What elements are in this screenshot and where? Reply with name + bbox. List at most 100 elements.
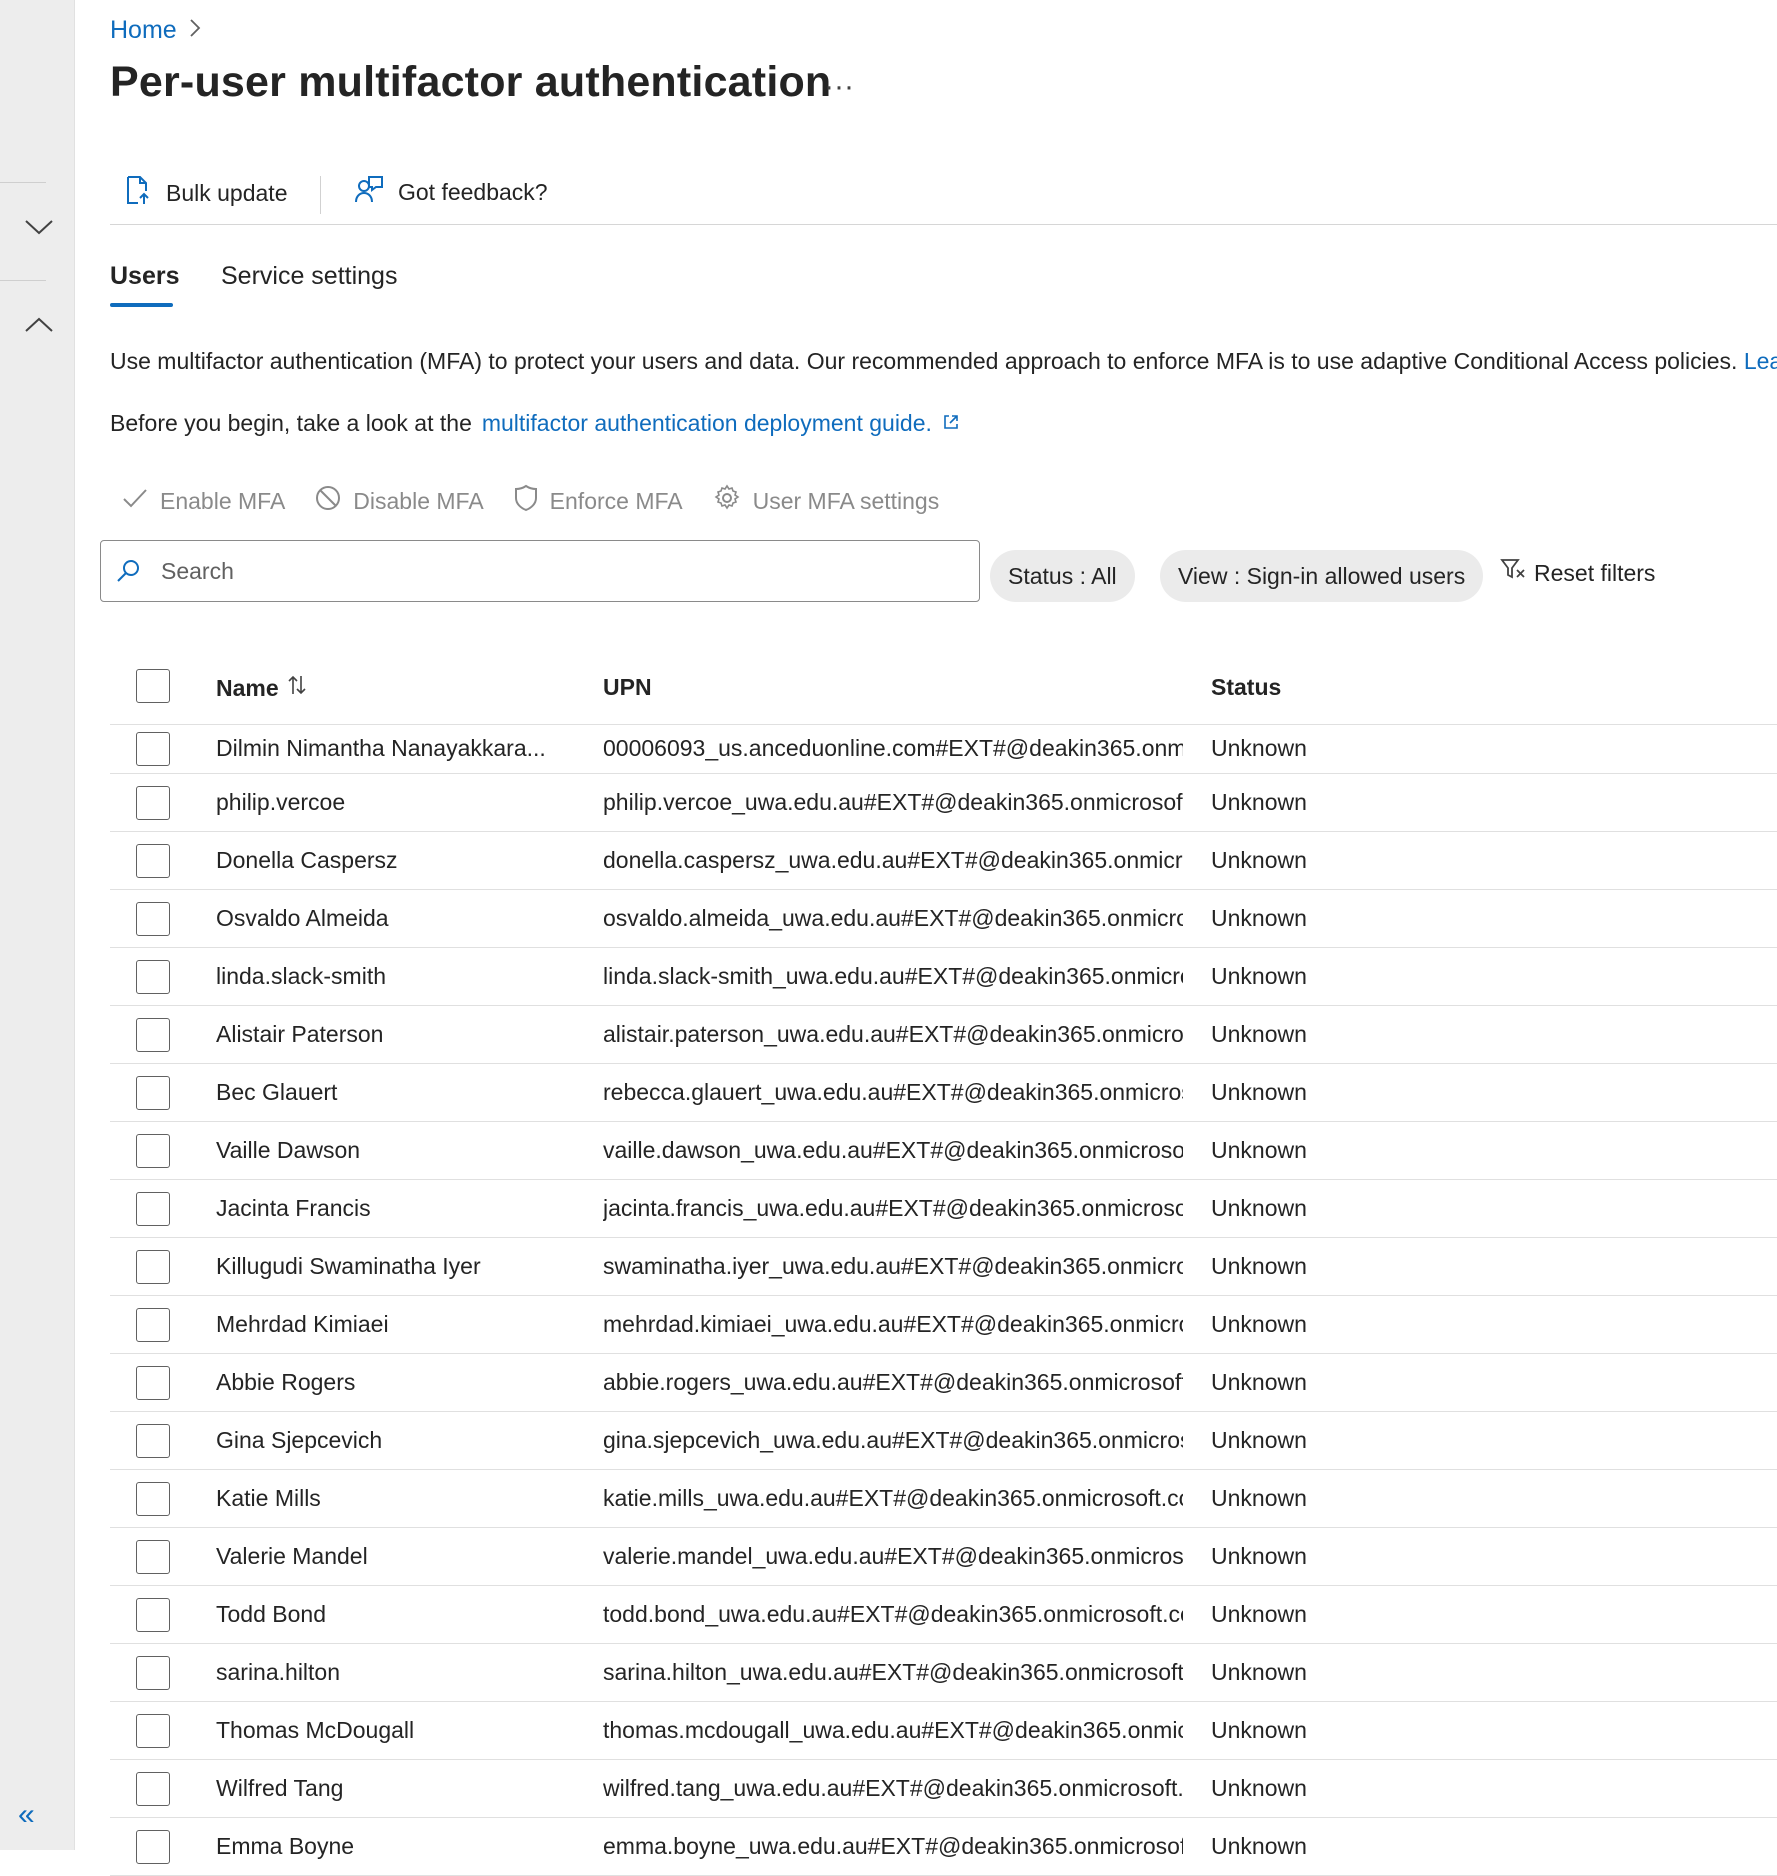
user-upn-cell: katie.mills_uwa.edu.au#EXT#@deakin365.on…	[603, 1484, 1183, 1511]
user-status-cell: Unknown	[1211, 1078, 1307, 1105]
row-checkbox[interactable]	[136, 1249, 170, 1284]
user-upn-cell: sarina.hilton_uwa.edu.au#EXT#@deakin365.…	[603, 1658, 1183, 1685]
user-status-cell: Unknown	[1211, 1368, 1307, 1395]
tab-service-settings[interactable]: Service settings	[221, 262, 397, 291]
disable-mfa-label: Disable MFA	[353, 487, 484, 514]
user-name-cell: Abbie Rogers	[216, 1368, 356, 1395]
user-name-cell: Valerie Mandel	[216, 1542, 368, 1569]
table-row[interactable]: Vaille Dawson vaille.dawson_uwa.edu.au#EX…	[110, 1122, 1777, 1180]
row-checkbox[interactable]	[136, 1481, 170, 1516]
row-checkbox[interactable]	[136, 1075, 170, 1110]
table-row[interactable]: Jacinta Francis jacinta.francis_uwa.edu.a…	[110, 1180, 1777, 1238]
row-checkbox[interactable]	[136, 843, 170, 878]
user-upn-cell: todd.bond_uwa.edu.au#EXT#@deakin365.onmi…	[603, 1600, 1183, 1627]
user-name-cell: Dilmin Nimantha Nanayakkara...	[216, 735, 546, 761]
name-column-header[interactable]: Name	[216, 674, 307, 702]
search-input[interactable]	[159, 556, 943, 586]
table-row[interactable]: Thomas McDougall thomas.mcdougall_uwa.edu…	[110, 1702, 1777, 1760]
user-upn-cell: donella.caspersz_uwa.edu.au#EXT#@deakin3…	[603, 846, 1183, 873]
tab-users[interactable]: Users	[110, 262, 180, 291]
user-status-cell: Unknown	[1211, 962, 1307, 989]
toolbar-divider	[320, 176, 321, 214]
disable-mfa-button[interactable]: Disable MFA	[315, 485, 484, 517]
feedback-button[interactable]: Got feedback?	[354, 174, 548, 210]
table-row[interactable]: Alistair Paterson alistair.paterson_uwa.e…	[110, 1006, 1777, 1064]
table-row[interactable]: Killugudi Swaminatha Iyer swaminatha.iyer…	[110, 1238, 1777, 1296]
row-checkbox[interactable]	[136, 732, 170, 766]
user-status-cell: Unknown	[1211, 1310, 1307, 1337]
table-row[interactable]: Dilmin Nimantha Nanayakkara... 00006093_u…	[110, 725, 1777, 774]
row-checkbox[interactable]	[136, 1365, 170, 1400]
row-checkbox[interactable]	[136, 1017, 170, 1052]
table-row[interactable]: Osvaldo Almeida osvaldo.almeida_uwa.edu.a…	[110, 890, 1777, 948]
row-checkbox[interactable]	[136, 1597, 170, 1632]
table-row[interactable]: Gina Sjepcevich gina.sjepcevich_uwa.edu.a…	[110, 1412, 1777, 1470]
row-checkbox[interactable]	[136, 1307, 170, 1342]
external-link-icon	[942, 410, 960, 437]
feedback-label: Got feedback?	[398, 178, 548, 205]
select-all-checkbox[interactable]	[136, 669, 170, 703]
user-upn-cell: vaille.dawson_uwa.edu.au#EXT#@deakin365.…	[603, 1136, 1183, 1163]
search-box	[100, 540, 980, 602]
table-row[interactable]: Todd Bond todd.bond_uwa.edu.au#EXT#@deaki…	[110, 1586, 1777, 1644]
user-upn-cell: mehrdad.kimiaei_uwa.edu.au#EXT#@deakin36…	[603, 1310, 1183, 1337]
user-upn-cell: 00006093_us.anceduonline.com#EXT#@deakin…	[603, 735, 1183, 761]
user-status-cell: Unknown	[1211, 904, 1307, 931]
user-mfa-settings-button[interactable]: User MFA settings	[713, 484, 939, 518]
shield-icon	[514, 484, 538, 518]
user-status-cell: Unknown	[1211, 1542, 1307, 1569]
row-checkbox[interactable]	[136, 1191, 170, 1226]
user-name-cell: philip.vercoe	[216, 788, 346, 815]
table-row[interactable]: Emma Boyne emma.boyne_uwa.edu.au#EXT#@dea…	[110, 1818, 1777, 1876]
more-options-button[interactable]: ···	[824, 70, 854, 104]
user-upn-cell: linda.slack-smith_uwa.edu.au#EXT#@deakin…	[603, 962, 1183, 989]
table-row[interactable]: Wilfred Tang wilfred.tang_uwa.edu.au#EXT#…	[110, 1760, 1777, 1818]
row-checkbox[interactable]	[136, 1539, 170, 1574]
user-status-cell: Unknown	[1211, 1832, 1307, 1859]
row-checkbox[interactable]	[136, 785, 170, 820]
user-upn-cell: alistair.paterson_uwa.edu.au#EXT#@deakin…	[603, 1020, 1183, 1047]
user-status-cell: Unknown	[1211, 1252, 1307, 1279]
row-checkbox[interactable]	[136, 1655, 170, 1690]
enforce-mfa-button[interactable]: Enforce MFA	[514, 484, 683, 518]
table-row[interactable]: Valerie Mandel valerie.mandel_uwa.edu.au#…	[110, 1528, 1777, 1586]
chevron-up-icon[interactable]	[22, 308, 56, 342]
chevron-down-icon[interactable]	[22, 210, 56, 244]
rail-divider	[0, 280, 46, 281]
bulk-update-icon	[124, 174, 152, 212]
blocked-icon	[315, 485, 341, 517]
left-rail: «	[0, 0, 75, 1850]
status-filter[interactable]: Status : All	[990, 550, 1135, 602]
reset-filters-button[interactable]: Reset filters	[1500, 558, 1655, 588]
row-checkbox[interactable]	[136, 959, 170, 994]
row-checkbox[interactable]	[136, 1771, 170, 1806]
table-row[interactable]: Donella Caspersz donella.caspersz_uwa.edu…	[110, 832, 1777, 890]
user-name-cell: Killugudi Swaminatha Iyer	[216, 1252, 481, 1279]
row-checkbox[interactable]	[136, 901, 170, 936]
row-checkbox[interactable]	[136, 1423, 170, 1458]
user-status-cell: Unknown	[1211, 1600, 1307, 1627]
sort-icon	[287, 674, 307, 702]
bulk-update-label: Bulk update	[166, 179, 288, 206]
view-filter[interactable]: View : Sign-in allowed users	[1160, 550, 1484, 602]
enable-mfa-button[interactable]: Enable MFA	[122, 487, 285, 515]
table-row[interactable]: Katie Mills katie.mills_uwa.edu.au#EXT#@d…	[110, 1470, 1777, 1528]
row-checkbox[interactable]	[136, 1133, 170, 1168]
table-row[interactable]: Mehrdad Kimiaei mehrdad.kimiaei_uwa.edu.a…	[110, 1296, 1777, 1354]
breadcrumb-home-link[interactable]: Home	[110, 16, 177, 45]
user-name-cell: Vaille Dawson	[216, 1136, 361, 1163]
user-status-cell: Unknown	[1211, 788, 1307, 815]
table-row[interactable]: Abbie Rogers abbie.rogers_uwa.edu.au#EXT#…	[110, 1354, 1777, 1412]
learn-more-link[interactable]: Lear	[1744, 348, 1777, 374]
user-name-cell: Todd Bond	[216, 1600, 326, 1627]
collapse-rail-button[interactable]: «	[18, 1800, 35, 1830]
user-status-cell: Unknown	[1211, 735, 1307, 761]
table-row[interactable]: philip.vercoe philip.vercoe_uwa.edu.au#EX…	[110, 774, 1777, 832]
table-row[interactable]: linda.slack-smith linda.slack-smith_uwa.e…	[110, 948, 1777, 1006]
deployment-guide-link[interactable]: multifactor authentication deployment gu…	[482, 410, 932, 437]
row-checkbox[interactable]	[136, 1713, 170, 1748]
row-checkbox[interactable]	[136, 1829, 170, 1864]
table-row[interactable]: sarina.hilton sarina.hilton_uwa.edu.au#EX…	[110, 1644, 1777, 1702]
bulk-update-button[interactable]: Bulk update	[124, 174, 287, 212]
table-row[interactable]: Bec Glauert rebecca.glauert_uwa.edu.au#EX…	[110, 1064, 1777, 1122]
